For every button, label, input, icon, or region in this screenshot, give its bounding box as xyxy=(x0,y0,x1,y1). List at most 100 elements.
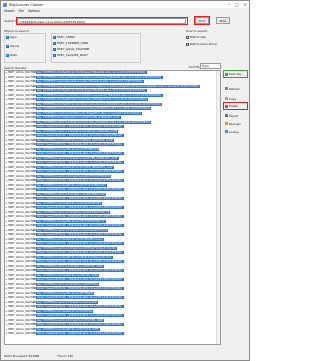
result-detail: Key: SYSTEM\CurrentControlSet\Enum\DISPL… xyxy=(36,246,118,250)
result-detail: Key: SYSTEM\ControlSet001\Enum\ACPI\PNP0… xyxy=(36,147,100,151)
result-detail: Key: SYSTEM\DriverDatabase\DeviceIds\{3b… xyxy=(36,80,144,83)
results-list[interactable]: ▸HKEY_LOCAL_MACHINEKey: SYSTEM\ControlSe… xyxy=(4,70,221,345)
results-rows: ▸HKEY_LOCAL_MACHINEKey: SYSTEM\ControlSe… xyxy=(5,71,220,337)
checkbox-keys[interactable]: ✓ Keys xyxy=(6,35,17,39)
checkbox-data-label: Data xyxy=(10,53,17,57)
stop-button[interactable]: Stop xyxy=(216,17,230,24)
result-detail: Value: ClassGUID Data: {3b6e64b9-e4b1-11… xyxy=(36,269,124,272)
check-icon: ✓ xyxy=(53,53,56,57)
result-location: HKEY_LOCAL_MACHINE xyxy=(8,332,36,335)
checkbox-hkcu-label: HKEY_CURRENT_USER xyxy=(57,41,89,45)
export-label: Export xyxy=(229,113,239,118)
result-detail: Value: ClassGUID Data: {3b6e64b9-e4b1-11… xyxy=(36,305,124,308)
checkbox-data[interactable]: ✓ Data xyxy=(6,53,17,57)
delete-label: Delete xyxy=(229,104,239,108)
result-detail: Key: SYSTEM\ControlSet001\Enum\DISPLAY\D… xyxy=(36,255,113,259)
checkbox-values-label: Values xyxy=(10,44,20,48)
result-detail: Key: SYSTEM\CurrentControlSet\Enum\PCI\V… xyxy=(36,318,105,322)
result-detail: Value: ClassGUID Data: {3b6e64b9-e4b1-11… xyxy=(36,215,124,218)
search-input[interactable]: {3b6e64b9-e4b1-11ce-b0dd-44455354000} xyxy=(17,18,186,24)
how-label: How to search xyxy=(186,29,208,33)
checkbox-hku[interactable]: ✓ HKEY_USERS xyxy=(53,35,75,39)
result-detail: Key: SYSTEM\ControlSet001\Services\Class… xyxy=(36,98,149,101)
result-detail: Key: SYSTEM\CurrentControlSet\Enum\SCSI\… xyxy=(36,300,99,304)
lookup-label: Lookup xyxy=(229,129,240,134)
delete-button[interactable]: Delete xyxy=(224,103,247,110)
window-controls: – □ × xyxy=(228,2,247,7)
find-button[interactable]: Find xyxy=(195,17,209,24)
refresh-button[interactable]: Refresh xyxy=(224,85,247,92)
export-button[interactable]: Export xyxy=(224,112,247,119)
results-scrollbar[interactable] xyxy=(216,71,220,344)
checkbox-hku-label: HKEY_USERS xyxy=(57,35,76,39)
result-detail: Key: SYSTEM\ControlSet001\Enum\BTHENUM xyxy=(36,291,95,295)
window-title: RegScanner Cleaner xyxy=(9,2,44,7)
checkbox-hklm-label: HKEY_LOCAL_MACHINE xyxy=(57,47,90,51)
result-detail: Key: SYSTEM\ControlSet001\Enum\ROOT\SYST… xyxy=(36,183,107,187)
refresh-label: Refresh xyxy=(229,86,240,91)
result-detail: Value: ClassGUID Data: {3b6e64b9-e4b1-11… xyxy=(36,134,124,137)
result-detail: Key: SYSTEM\CurrentControlSet\Enum\PCI\V… xyxy=(36,156,119,160)
result-detail: Key: SYSTEM\ControlSet001\Enum\PCI\VEN_1… xyxy=(36,327,100,331)
result-detail: Value: ClassGUID Data: {3b6e64b9-e4b1-11… xyxy=(36,143,124,146)
copy-label: Copy xyxy=(229,96,237,101)
result-detail: Value: ClassGUID Data: {3b6e64b9-e4b1-11… xyxy=(36,296,124,299)
backups-label: Backups xyxy=(229,121,241,126)
result-detail: Value: ClassGUID Data: {3b6e64b9-e4b1-11… xyxy=(36,224,124,227)
goto-key-button[interactable]: Goto Key xyxy=(224,71,247,78)
menu-options[interactable]: Options xyxy=(28,9,40,13)
result-detail: Value: ClassGUID Data: {3b6e64b9-e4b1-11… xyxy=(36,152,124,155)
result-detail: Value: ClassGUID Data: {3b6e64b9-e4b1-11… xyxy=(36,287,124,290)
checkbox-values[interactable]: ✓ Values xyxy=(6,44,19,48)
result-row[interactable]: ▸HKEY_LOCAL_MACHINEValue: ClassGUID Data… xyxy=(5,332,220,337)
menu-search[interactable]: Search xyxy=(4,9,15,13)
backup-icon xyxy=(225,122,228,125)
app-window: RegScanner Cleaner – □ × Search File Opt… xyxy=(0,0,250,361)
close-icon[interactable]: × xyxy=(244,2,247,7)
result-detail: Key: SYSTEM\CurrentControlSet\Control\Cl… xyxy=(36,120,152,124)
checkbox-hkcu[interactable]: ✓ HKEY_CURRENT_USER xyxy=(53,41,88,45)
result-detail: Key: SYSTEM\CurrentControlSet\Enum\SWD\M… xyxy=(36,192,107,196)
checkbox-box xyxy=(186,42,189,46)
app-icon xyxy=(3,2,7,7)
checkbox-box xyxy=(186,35,189,39)
result-detail: Key: SYSTEM\ControlSet001\Control\Class\… xyxy=(36,71,147,74)
lookup-button[interactable]: Lookup xyxy=(224,128,247,135)
result-detail: Value: ClassGUID Data: {3b6e64b9-e4b1-11… xyxy=(36,179,124,182)
result-detail: Value: ClassGUID Data: {3b6e64b9-e4b1-11… xyxy=(36,170,124,173)
check-icon: ✓ xyxy=(53,47,56,51)
result-detail: Key: SYSTEM\ControlSet001\Enum\STORAGE\V… xyxy=(36,237,104,241)
status-bar: Items Processed: 813989 Found: 146 xyxy=(4,353,247,359)
checkbox-whole-string[interactable]: Match whole string xyxy=(186,42,217,46)
result-detail: Key: SYSTEM\ControlSet001\Control\Device… xyxy=(36,102,163,106)
result-detail: Value: ClassGUID Data: {3b6e64b9-e4b1-11… xyxy=(36,188,124,191)
result-detail: Value: ClassGUID Data: {3b6e64b9-e4b1-11… xyxy=(36,206,124,209)
check-icon: ✓ xyxy=(53,41,56,45)
result-detail: Value: ClassGUID Data: {3b6e64b9-e4b1-11… xyxy=(36,251,124,254)
sort-dropdown[interactable]: Type xyxy=(200,63,221,69)
menu-file[interactable]: File xyxy=(19,9,24,13)
copy-icon xyxy=(225,97,228,100)
copy-button[interactable]: Copy xyxy=(224,95,247,102)
checkbox-hkcr[interactable]: ✓ HKEY_CLASSES_ROOT xyxy=(53,53,88,57)
result-detail: Key: SYSTEM\Setup\Upgrade\PnP\CurrentCon… xyxy=(36,84,201,88)
checkbox-hkcr-label: HKEY_CLASSES_ROOT xyxy=(57,53,88,57)
export-icon xyxy=(225,114,228,117)
checkbox-match-case[interactable]: Match case xyxy=(186,35,206,39)
maximize-icon[interactable]: □ xyxy=(235,2,239,7)
result-detail: Value: ClassGUID Data: {3b6e64b9-e4b1-11… xyxy=(36,161,124,164)
result-detail: Value: ClassGUID Data: {3b6e64b9-e4b1-11… xyxy=(36,260,124,263)
arrow-icon xyxy=(225,72,228,76)
result-detail: Key: SYSTEM\ControlSet001\Control\Class\… xyxy=(36,89,147,92)
result-detail: Key: SYSTEM\ControlSet001\Enum\SWD\MMDEV… xyxy=(36,201,102,205)
check-icon: ✓ xyxy=(53,35,56,39)
result-detail: Key: SYSTEM\CurrentControlSet\Enum\ROOT\… xyxy=(36,174,112,178)
backups-button[interactable]: Backups xyxy=(224,120,247,127)
found-count: Found: 146 xyxy=(57,354,74,358)
result-detail: Value: ClassGUID Data: {3b6e64b9-e4b1-11… xyxy=(36,197,124,200)
result-detail: Key: SYSTEM\DriverDatabase\DeviceIds\PCI… xyxy=(36,116,121,119)
result-detail: Key: SYSTEM\ControlSet001\Enum\SCSI\Disk xyxy=(36,309,94,313)
result-detail: Key: SYSTEM\CurrentControlSet\Control\Cl… xyxy=(36,107,152,110)
checkbox-hklm[interactable]: ✓ HKEY_LOCAL_MACHINE xyxy=(53,47,89,51)
minimize-icon[interactable]: – xyxy=(228,2,230,7)
